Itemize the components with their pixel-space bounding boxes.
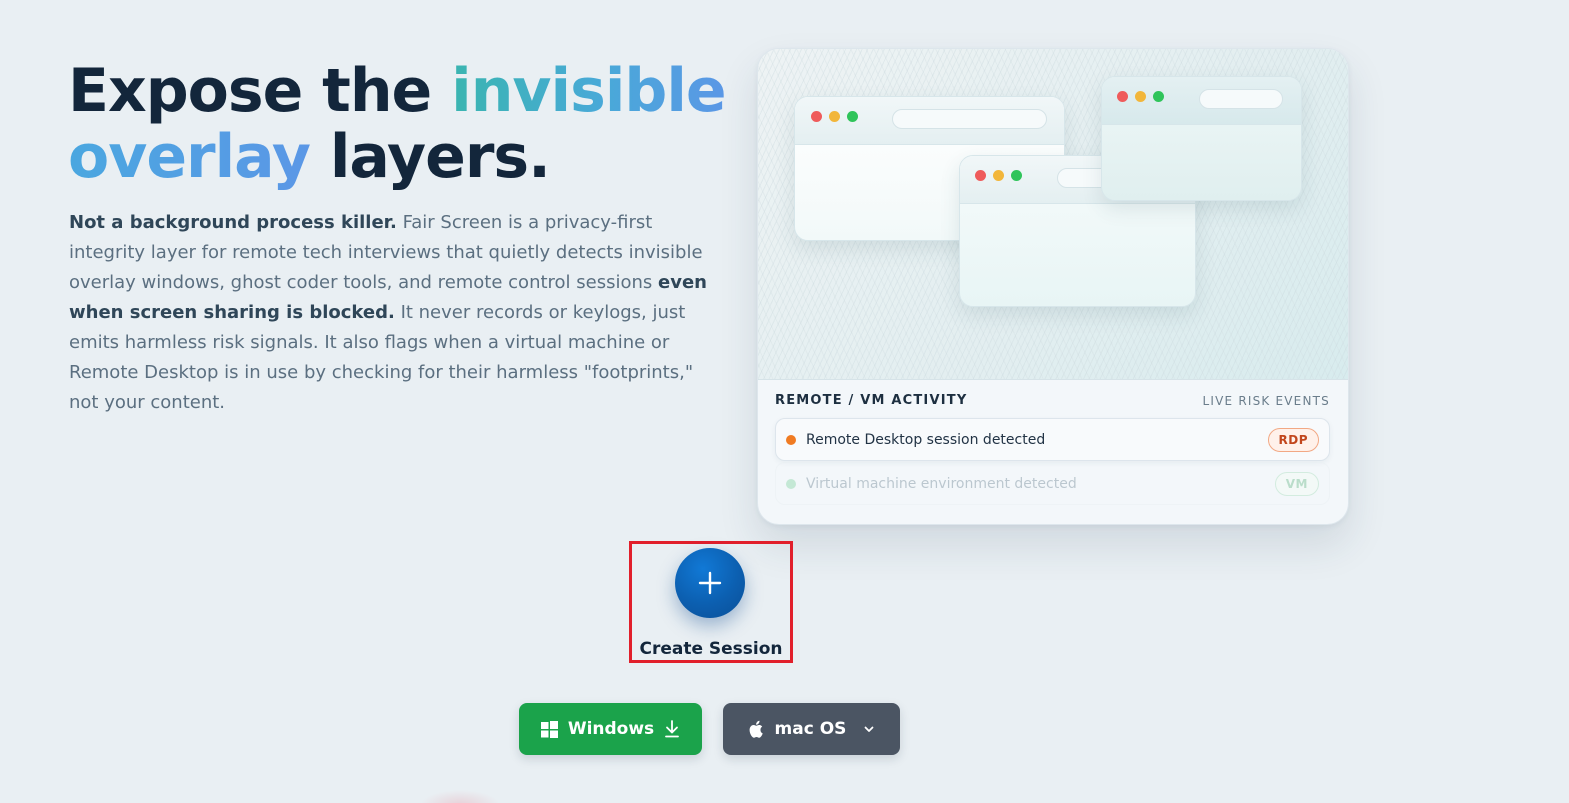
maximize-dot-icon <box>1153 91 1164 102</box>
minimize-dot-icon <box>829 111 840 122</box>
download-icon <box>664 720 680 738</box>
risk-event-badge: VM <box>1274 471 1319 496</box>
mock-window-titlebar <box>1102 77 1301 125</box>
download-macos-button[interactable]: mac OS <box>723 703 900 755</box>
activity-header: REMOTE / VM ACTIVITY LIVE RISK EVENTS <box>775 393 1330 408</box>
create-session-label[interactable]: Create Session <box>632 639 790 659</box>
mock-address-bar <box>892 109 1047 129</box>
status-dot-icon <box>786 434 796 445</box>
windows-logo-icon <box>540 720 558 738</box>
hero-desc-bold-1: Not a background process killer. <box>69 212 397 233</box>
preview-card: REMOTE / VM ACTIVITY LIVE RISK EVENTS Re… <box>757 48 1349 525</box>
decorative-blob <box>420 790 500 803</box>
hero-title-part2: layers. <box>309 122 551 192</box>
create-session-button[interactable] <box>675 548 745 618</box>
maximize-dot-icon <box>847 111 858 122</box>
status-dot-icon <box>786 478 796 489</box>
risk-event-badge: RDP <box>1267 427 1319 452</box>
risk-event-row: Virtual machine environment detected VM <box>775 462 1330 505</box>
chevron-down-icon[interactable] <box>864 726 874 733</box>
mock-address-bar <box>1199 89 1283 109</box>
hero-title: Expose the invisible overlay layers. <box>68 58 748 190</box>
minimize-dot-icon <box>1135 91 1146 102</box>
plus-icon <box>698 571 722 595</box>
create-session-highlight: Create Session <box>629 541 793 663</box>
activity-subtitle: LIVE RISK EVENTS <box>1202 393 1330 408</box>
hero-title-part1: Expose the <box>68 56 452 126</box>
hero-title-highlight-overlay: overlay <box>68 122 311 192</box>
close-dot-icon <box>1117 91 1128 102</box>
download-windows-button[interactable]: Windows <box>519 703 702 755</box>
minimize-dot-icon <box>993 170 1004 181</box>
risk-event-text: Virtual machine environment detected <box>806 475 1077 492</box>
mock-window-titlebar <box>795 97 1064 145</box>
hero-title-highlight-invisible: invisible <box>451 56 726 126</box>
apple-logo-icon <box>749 720 765 738</box>
close-dot-icon <box>811 111 822 122</box>
close-dot-icon <box>975 170 986 181</box>
risk-event-row: Remote Desktop session detected RDP <box>775 418 1330 461</box>
activity-title: REMOTE / VM ACTIVITY <box>775 393 968 408</box>
mock-window-3 <box>1101 76 1302 201</box>
overlay-preview-stage <box>758 49 1348 380</box>
download-macos-label: mac OS <box>774 719 847 739</box>
download-windows-label: Windows <box>567 719 655 739</box>
maximize-dot-icon <box>1011 170 1022 181</box>
risk-event-text: Remote Desktop session detected <box>806 431 1046 448</box>
hero-description: Not a background process killer. Fair Sc… <box>69 208 709 418</box>
